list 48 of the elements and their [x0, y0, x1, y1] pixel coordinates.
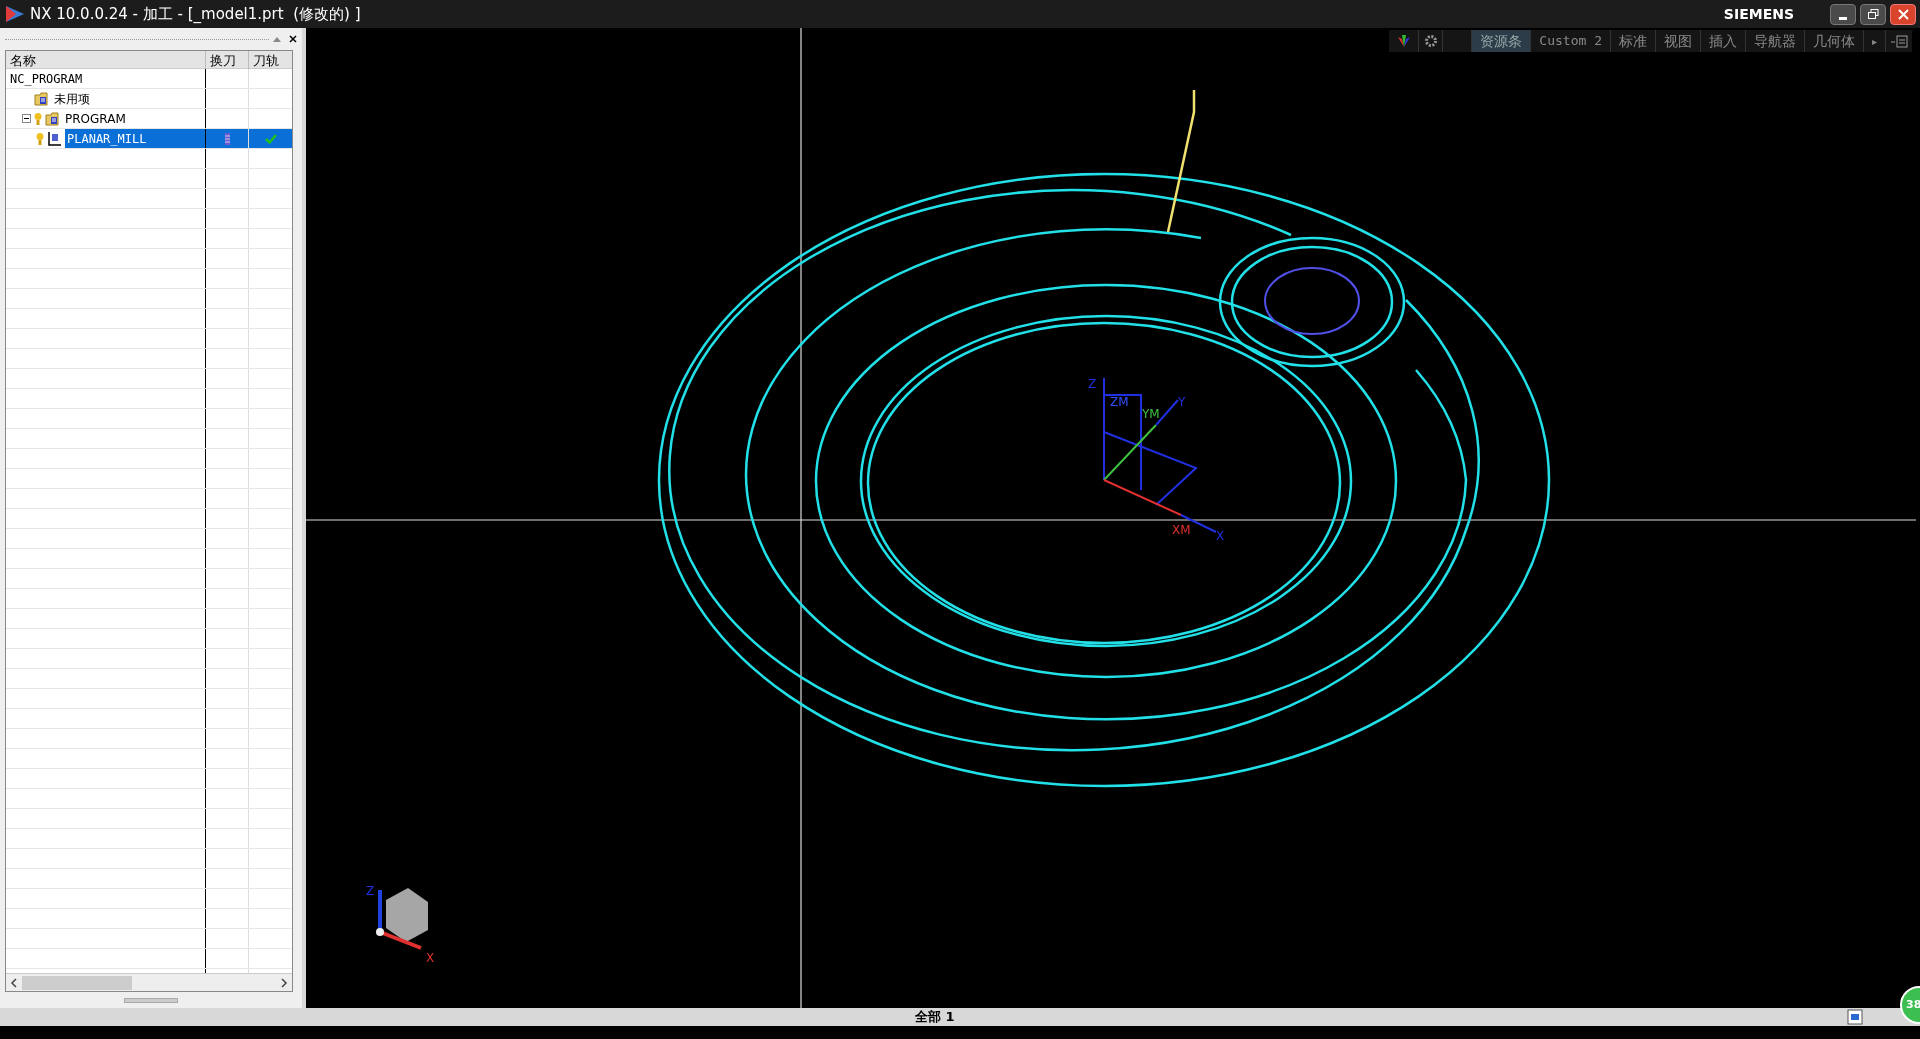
- lightbulb-icon: [34, 111, 42, 126]
- lightbulb-icon: [36, 131, 44, 146]
- horizontal-scrollbar-thumb[interactable]: [22, 975, 132, 990]
- axis-label: ZM: [1110, 395, 1129, 409]
- axis-label: YM: [1142, 407, 1160, 421]
- tree-item[interactable]: PLANAR_MILL: [65, 129, 205, 148]
- window-title: NX 10.0.0.24 - 加工 - [_model1.prt (修改的) ]: [30, 3, 361, 25]
- close-button[interactable]: [1890, 3, 1916, 25]
- toolbar-options-icon[interactable]: [1890, 34, 1908, 48]
- close-icon[interactable]: [289, 35, 297, 43]
- toolbar-tab[interactable]: Custom 2: [1530, 30, 1610, 52]
- toolbar-tab[interactable]: 插入: [1699, 30, 1745, 52]
- axis-label: X: [1216, 529, 1225, 543]
- axis-label: XM: [1172, 523, 1191, 537]
- brand-label: SIEMENS: [1723, 4, 1794, 24]
- toolbar-overflow-button[interactable]: ▸: [1862, 30, 1885, 52]
- app-logo-icon: [4, 4, 26, 24]
- axis-label: Y: [1178, 395, 1186, 409]
- status-text: 全部 1: [915, 1008, 955, 1027]
- operation-icon: [47, 131, 62, 146]
- window-icon[interactable]: [1847, 1009, 1863, 1025]
- minimize-button[interactable]: [1830, 3, 1856, 25]
- toolbar-tab[interactable]: 导航器: [1744, 30, 1804, 52]
- close-icon: [1897, 8, 1909, 20]
- tree-item[interactable]: 未用项: [52, 89, 92, 108]
- tree-item[interactable]: NC_PROGRAM: [8, 69, 85, 88]
- axis-label: Z: [366, 884, 375, 898]
- minimize-icon: [1839, 16, 1847, 20]
- splitter-handle[interactable]: [124, 997, 178, 1003]
- axis-label: X: [426, 951, 435, 965]
- collapse-up-icon[interactable]: [273, 36, 281, 42]
- restore-icon: [1867, 9, 1879, 19]
- column-header[interactable]: 换刀: [206, 51, 249, 71]
- collapse-toggle-icon[interactable]: [22, 114, 31, 123]
- restore-button[interactable]: [1860, 3, 1886, 25]
- folder-icon: [45, 111, 60, 126]
- view-triad-drawing: [376, 888, 428, 950]
- star-logo-icon[interactable]: [1395, 34, 1412, 48]
- column-header[interactable]: 名称: [6, 51, 206, 71]
- settings-icon[interactable]: [1423, 34, 1438, 48]
- toolbar-tab[interactable]: 几何体: [1803, 30, 1863, 52]
- folder-icon: [34, 91, 49, 106]
- toolbar-tab[interactable]: 视图: [1654, 30, 1700, 52]
- tree-item[interactable]: PROGRAM: [63, 109, 128, 128]
- toolbar-tab[interactable]: 标准: [1609, 30, 1655, 52]
- column-header[interactable]: 刀轨: [249, 51, 292, 71]
- toolbar-tab[interactable]: 资源条: [1471, 30, 1531, 52]
- axis-label: Z: [1088, 377, 1097, 391]
